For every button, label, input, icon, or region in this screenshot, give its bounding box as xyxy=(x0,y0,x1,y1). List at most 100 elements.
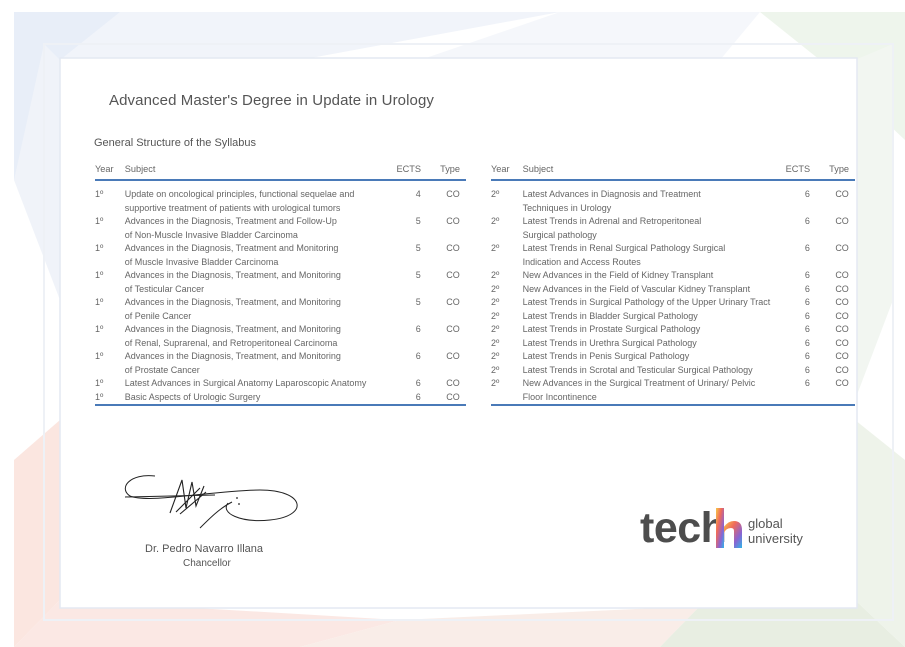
cell-ects: 6 xyxy=(804,310,810,321)
subject-line: Latest Trends in Renal Surgical Patholog… xyxy=(522,243,726,253)
tech-university-logo: tech global university xyxy=(640,505,815,553)
cell-ects: 6 xyxy=(804,243,810,253)
subject-line: New Advances in the Field of Vascular Ki… xyxy=(522,283,751,294)
cell-subject: Latest Advances in Diagnosis and Treatme… xyxy=(523,180,786,215)
cell-ects: 6 xyxy=(804,337,810,348)
table-header-row: Year Subject ECTS Type xyxy=(491,158,855,181)
col-year-header: Year xyxy=(491,158,523,181)
cell-year: 2º xyxy=(491,378,500,388)
cell-type: CO xyxy=(446,216,460,226)
signature-image xyxy=(124,475,298,529)
cell-ects: 6 xyxy=(415,351,421,361)
cell-type: CO xyxy=(446,189,460,199)
cell-type: CO xyxy=(835,283,849,294)
subject-line: Update on oncological principles, functi… xyxy=(124,189,355,199)
table-row: 1º Advances in the Diagnosis, Treatment, … xyxy=(95,269,466,296)
subject-line: Basic Aspects of Urologic Surgery xyxy=(124,391,261,402)
signer-role: Chancellor xyxy=(183,558,231,569)
cell-ects: 6 xyxy=(804,324,810,334)
cell-subject: Latest Trends in Scrotal and Testicular … xyxy=(523,364,786,378)
subject-line: New Advances in the Surgical Treatment o… xyxy=(522,378,756,388)
cell-type: CO xyxy=(446,297,460,307)
cell-type: CO xyxy=(835,378,849,388)
cell-subject: Latest Trends in Penis Surgical Patholog… xyxy=(523,350,786,364)
cell-type: CO xyxy=(446,391,460,402)
subject-line: Advances in the Diagnosis, Treatment and… xyxy=(124,243,339,253)
signer-name: Dr. Pedro Navarro Illana xyxy=(145,543,263,555)
col-year-header: Year xyxy=(95,158,125,181)
table-row: 2º Latest Advances in Diagnosis and Treat… xyxy=(491,180,855,215)
cell-ects: 6 xyxy=(415,378,421,388)
subject-line: of Muscle Invasive Bladder Carcinoma xyxy=(124,256,279,267)
subject-line: Latest Trends in Penis Surgical Patholog… xyxy=(522,351,690,361)
col-ects-header: ECTS xyxy=(785,158,830,181)
subject-line: Floor Incontinence xyxy=(522,391,597,402)
cell-type: CO xyxy=(835,189,849,199)
cell-subject: Latest Trends in Renal Surgical Patholog… xyxy=(523,242,786,269)
cell-ects: 6 xyxy=(804,364,810,375)
subject-line: Latest Trends in Adrenal and Retroperito… xyxy=(522,216,702,226)
cell-year: 1º xyxy=(95,324,104,334)
cell-subject: Latest Trends in Bladder Surgical Pathol… xyxy=(523,310,786,324)
table-row: 2º Latest Trends in Urethra Surgical Path… xyxy=(491,337,855,351)
cell-year: 2º xyxy=(491,189,500,199)
table-body: 1º Update on oncological principles, func… xyxy=(95,180,466,405)
table-row: 2º Latest Trends in Scrotal and Testicula… xyxy=(491,364,855,378)
cell-type: CO xyxy=(446,243,460,253)
cell-type: CO xyxy=(835,337,849,348)
subject-line: Advances in the Diagnosis, Treatment, an… xyxy=(124,324,341,334)
cell-type: CO xyxy=(835,270,849,280)
cell-year: 2º xyxy=(491,324,500,334)
cell-type: CO xyxy=(446,378,460,388)
cell-year: 2º xyxy=(491,310,500,321)
table-row: 1º Advances in the Diagnosis, Treatment a… xyxy=(95,242,466,269)
subject-line: New Advances in the Field of Kidney Tran… xyxy=(522,270,714,280)
table-bottom-rule xyxy=(491,404,855,411)
col-type-header: Type xyxy=(829,158,855,181)
cell-ects: 6 xyxy=(804,283,810,294)
cell-year: 2º xyxy=(491,364,500,375)
cell-ects: 6 xyxy=(804,378,810,388)
cell-type: CO xyxy=(835,324,849,334)
table-row: 1º Advances in the Diagnosis, Treatment, … xyxy=(95,296,466,323)
cell-ects: 6 xyxy=(804,270,810,280)
table-row: 2º Latest Trends in Adrenal and Retroperi… xyxy=(491,215,855,242)
cell-type: CO xyxy=(835,243,849,253)
cell-ects: 6 xyxy=(415,391,421,402)
table-row: 2º Latest Trends in Renal Surgical Pathol… xyxy=(491,242,855,269)
cell-ects: 6 xyxy=(804,189,810,199)
cell-year: 1º xyxy=(95,216,104,226)
cell-year: 1º xyxy=(95,189,104,199)
cell-year: 2º xyxy=(491,243,500,253)
cell-year: 1º xyxy=(95,391,104,402)
subject-line: Latest Advances in Diagnosis and Treatme… xyxy=(522,189,701,199)
cell-type: CO xyxy=(835,216,849,226)
subject-line: Surgical pathology xyxy=(522,229,597,240)
document-title: Advanced Master's Degree in Update in Ur… xyxy=(109,92,435,109)
cell-subject: Latest Advances in Surgical Anatomy Lapa… xyxy=(125,377,397,391)
table-row: 2º New Advances in the Field of Kidney Tr… xyxy=(491,269,855,283)
cell-year: 1º xyxy=(95,243,104,253)
subject-line: Latest Trends in Surgical Pathology of t… xyxy=(522,297,771,307)
cell-subject: Advances in the Diagnosis, Treatment, an… xyxy=(125,323,397,350)
syllabus-table-year-1: Year Subject ECTS Type 1º Update on oncol… xyxy=(95,158,466,411)
cell-subject: New Advances in the Field of Vascular Ki… xyxy=(523,283,786,297)
cell-year: 2º xyxy=(491,283,500,294)
subject-line: of Penile Cancer xyxy=(124,310,192,321)
table-row: 2º Latest Trends in Prostate Surgical Pat… xyxy=(491,323,855,337)
cell-type: CO xyxy=(835,364,849,375)
table-row: 1º Advances in the Diagnosis, Treatment, … xyxy=(95,350,466,377)
cell-type: CO xyxy=(835,351,849,361)
tech-logo-icon xyxy=(716,508,742,548)
cell-ects: 6 xyxy=(804,297,810,307)
cell-ects: 5 xyxy=(415,270,421,280)
syllabus-table-year-2: Year Subject ECTS Type 2º Latest Advances… xyxy=(491,158,855,411)
col-ects-header: ECTS xyxy=(396,158,441,181)
table-row: 2º Latest Trends in Bladder Surgical Path… xyxy=(491,310,855,324)
table-row: 2º Latest Trends in Surgical Pathology of… xyxy=(491,296,855,310)
subject-line: Advances in the Diagnosis, Treatment and… xyxy=(124,216,337,226)
cell-ects: 6 xyxy=(804,216,810,226)
table-row: 2º New Advances in the Surgical Treatment… xyxy=(491,377,855,405)
subject-line: Latest Trends in Scrotal and Testicular … xyxy=(522,364,753,375)
cell-subject: Update on oncological principles, functi… xyxy=(125,180,397,215)
